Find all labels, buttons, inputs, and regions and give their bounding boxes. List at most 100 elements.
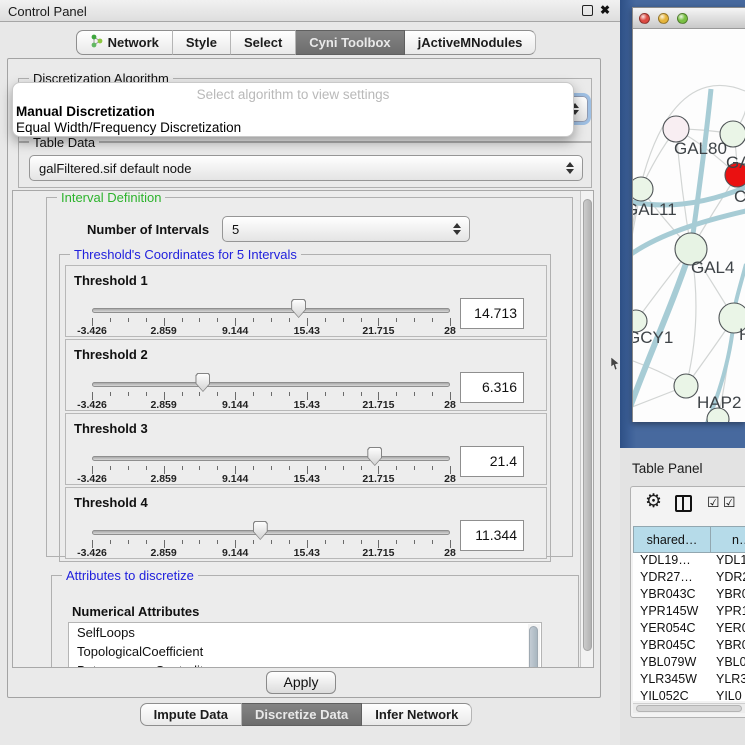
tab-infer-network[interactable]: Infer Network (362, 703, 472, 726)
tick-label: 2.859 (150, 547, 176, 559)
close-icon[interactable]: ✖ (600, 3, 610, 17)
table-data-group: Table Data galFiltered.sif default node (18, 142, 592, 188)
table-row[interactable]: YDR27…YDR2 (633, 570, 745, 587)
close-traffic-light[interactable] (639, 13, 650, 24)
tick-label: 15.43 (294, 325, 320, 337)
checkbox-icon[interactable]: ☑ (723, 494, 736, 511)
split-columns-icon[interactable] (675, 495, 692, 512)
tab-discretize-data[interactable]: Discretize Data (242, 703, 362, 726)
table-row[interactable]: YBR043CYBR0 (633, 587, 745, 604)
slider-track[interactable] (92, 308, 450, 313)
network-node-HAP2[interactable] (674, 374, 698, 398)
cell-name: YIL0 (711, 689, 745, 701)
number-of-intervals-value: 5 (232, 222, 239, 237)
slider-track[interactable] (92, 456, 450, 461)
cell-name: YPR1 (711, 604, 745, 621)
cell-name: YDR2 (711, 570, 745, 587)
control-panel-titlebar: Control Panel ✖ (0, 0, 620, 22)
tick-label: 15.43 (294, 547, 320, 559)
network-icon (90, 34, 103, 51)
scrollbar-thumb[interactable] (636, 705, 742, 712)
tab-impute-data[interactable]: Impute Data (140, 703, 242, 726)
table-panel-region: Table Panel ⚙ ☑ ☑ shared… n… YDL19…YDL1Y… (620, 448, 745, 745)
tick-label: -3.426 (77, 473, 107, 485)
tab-cyni-toolbox[interactable]: Cyni Toolbox (296, 30, 404, 55)
table-row[interactable]: YIL052CYIL0 (633, 689, 745, 701)
cell-name: YBL0 (711, 655, 745, 672)
cell-shared-name: YLR345W (633, 672, 711, 689)
network-canvas[interactable]: GAL80GACGAL11GAL4GCY1HHAP2 (633, 29, 745, 422)
column-header[interactable]: n… (711, 526, 745, 553)
dropdown-item-equal-width-frequency[interactable]: Equal Width/Frequency Discretization (16, 120, 241, 135)
network-window-titlebar (633, 8, 745, 29)
cell-name: YBR0 (711, 638, 745, 655)
network-view-window: GAL80GACGAL11GAL4GCY1HHAP2 (632, 7, 745, 422)
node-label: C (734, 187, 745, 206)
tab-select[interactable]: Select (231, 30, 296, 55)
tick-label: -3.426 (77, 399, 107, 411)
threshold-value-field[interactable]: 6.316 (460, 372, 524, 403)
control-panel: Control Panel ✖ NetworkStyleSelectCyni T… (0, 0, 620, 745)
cell-shared-name: YIL052C (633, 689, 711, 701)
combo-stepper-icon (566, 162, 574, 174)
tick-label: -3.426 (77, 325, 107, 337)
table-row[interactable]: YBL079WYBL0 (633, 655, 745, 672)
column-header[interactable]: shared… (633, 526, 711, 553)
node-label: GAL80 (674, 139, 727, 158)
cell-shared-name: YDR27… (633, 570, 711, 587)
attribute-list-item[interactable]: SelfLoops (69, 623, 541, 642)
gear-icon[interactable]: ⚙ (645, 490, 662, 513)
table-horizontal-scrollbar[interactable] (633, 703, 745, 713)
table-row[interactable]: YBR045CYBR0 (633, 638, 745, 655)
tick-label: 9.144 (222, 547, 248, 559)
tab-style[interactable]: Style (173, 30, 231, 55)
threshold-value-field[interactable]: 14.713 (460, 298, 524, 329)
table-row[interactable]: YER054CYER0 (633, 621, 745, 638)
threshold-value-field[interactable]: 21.4 (460, 446, 524, 477)
combo-stepper-icon (453, 223, 461, 235)
threshold-label: Threshold 1 (74, 273, 148, 288)
node-label: GAL11 (633, 200, 677, 219)
slider-thumb[interactable] (291, 299, 306, 318)
attribute-list-item[interactable]: BetweennessCentrality (69, 661, 541, 668)
slider-thumb[interactable] (367, 447, 382, 466)
threshold-1-panel: Threshold 1 -3.4262.8599.14415.4321.7152… (65, 265, 547, 337)
numerical-attributes-list[interactable]: SelfLoopsTopologicalCoefficientBetweenne… (68, 622, 542, 668)
zoom-traffic-light[interactable] (677, 13, 688, 24)
list-vertical-scrollbar[interactable] (528, 624, 540, 668)
threshold-value-field[interactable]: 11.344 (460, 520, 524, 551)
table-row[interactable]: YDL19…YDL1 (633, 553, 745, 570)
number-of-intervals-combobox[interactable]: 5 (222, 216, 470, 242)
table-data-value: galFiltered.sif default node (39, 161, 191, 176)
tick-label: -3.426 (77, 547, 107, 559)
table-row[interactable]: YLR345WYLR3 (633, 672, 745, 689)
table-data-combobox[interactable]: galFiltered.sif default node (29, 155, 583, 181)
table-panel-title: Table Panel (632, 461, 703, 476)
minimize-traffic-light[interactable] (658, 13, 669, 24)
scrollbar-thumb[interactable] (529, 626, 538, 668)
tick-label: 15.43 (294, 399, 320, 411)
settings-scroll-area: Interval Definition Number of Intervals … (12, 190, 594, 668)
settings-vertical-scrollbar[interactable] (580, 191, 594, 668)
attribute-list-item[interactable]: TopologicalCoefficient (69, 642, 541, 661)
threshold-3-panel: Threshold 3 -3.4262.8599.14415.4321.7152… (65, 413, 547, 485)
table-row[interactable]: YPR145WYPR1 (633, 604, 745, 621)
tab-jactivemnodules[interactable]: jActiveMNodules (405, 30, 537, 55)
table-body: YDL19…YDL1YDR27…YDR2YBR043CYBR0YPR145WYP… (633, 553, 745, 701)
slider-track[interactable] (92, 530, 450, 535)
panel-title: Control Panel (8, 4, 87, 19)
slider-thumb[interactable] (253, 521, 268, 540)
tab-network[interactable]: Network (76, 30, 173, 55)
scrollbar-thumb[interactable] (583, 199, 592, 651)
cell-name: YER0 (711, 621, 745, 638)
slider-thumb[interactable] (195, 373, 210, 392)
apply-button[interactable]: Apply (266, 671, 336, 694)
tick-label: 21.715 (362, 473, 394, 485)
checkbox-icon[interactable]: ☑ (707, 494, 720, 511)
dropdown-item-manual-discretization[interactable]: Manual Discretization (16, 104, 155, 119)
cell-shared-name: YER054C (633, 621, 711, 638)
float-window-icon[interactable] (582, 5, 593, 16)
network-node-GAL11[interactable] (633, 177, 653, 201)
cell-name: YLR3 (711, 672, 745, 689)
slider-track[interactable] (92, 382, 450, 387)
